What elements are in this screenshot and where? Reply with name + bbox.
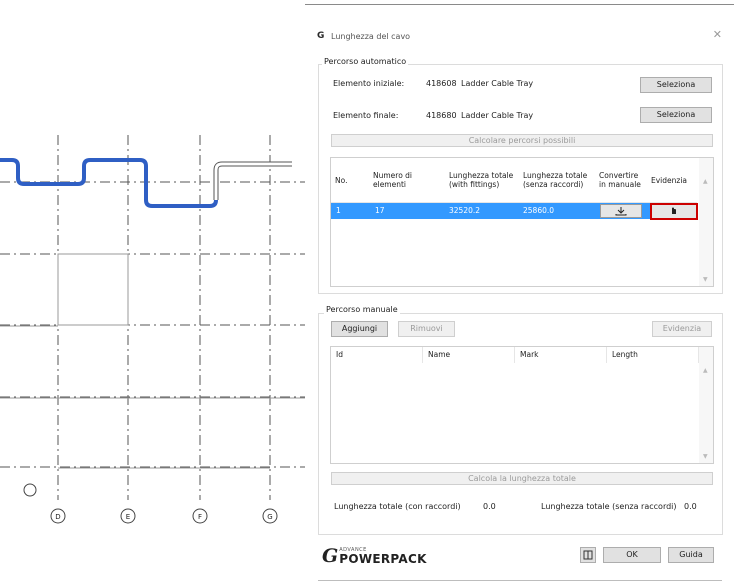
col-header-id: Id [331,347,423,363]
logo-powerpack: POWERPACK [339,552,427,566]
scroll-down-icon[interactable]: ▼ [703,453,708,460]
row-count: 17 [375,206,385,215]
start-element-type: Ladder Cable Tray [461,79,534,88]
total-with-fittings-label: Lunghezza totale (con raccordi) [334,502,461,511]
grid-label-g: G [267,513,272,521]
row-no: 1 [336,206,341,215]
pointer-hand-icon [672,207,676,214]
grid-bubble-blank [23,483,37,497]
end-element-id: 418680 [426,111,457,120]
powerpack-logo: G ADVANCE POWERPACK [322,545,427,567]
cable-tray-path [0,158,218,208]
remove-button[interactable]: Rimuovi [398,321,455,337]
scroll-down-icon[interactable]: ▼ [703,276,708,283]
plan-view[interactable]: D E F G [0,0,305,584]
book-icon [583,550,593,560]
table-row[interactable] [331,203,697,219]
beam-box [57,253,129,326]
help-book-button[interactable] [580,547,596,563]
start-element-id: 418608 [426,79,457,88]
manual-path-label: Percorso manuale [324,305,400,314]
highlight-path-button[interactable] [650,203,698,220]
calc-paths-button[interactable]: Calcolare percorsi possibili [331,134,713,147]
total-with-fittings-value: 0.0 [483,502,496,511]
close-icon[interactable]: ✕ [713,28,722,41]
row-total-without: 25860.0 [523,206,555,215]
scroll-up-icon[interactable]: ▲ [703,367,708,374]
convert-to-manual-button[interactable] [600,204,642,218]
logo-g: G [322,545,339,567]
manual-highlight-button[interactable]: Evidenzia [652,321,712,337]
grid-label-f: F [198,513,202,521]
manual-elements-table[interactable]: Id Name Mark Length ▲ ▼ [330,346,714,464]
end-element-label: Elemento finale: [333,111,399,120]
col-header-highlight: Evidenzia [651,175,688,185]
select-end-button[interactable]: Seleziona [640,107,712,123]
col-header-convert: Convertire in manuale [599,171,641,189]
col-header-total-without: Lunghezza totale (senza raccordi) [523,171,588,189]
auto-path-label: Percorso automatico [322,57,409,66]
ok-button[interactable]: OK [603,547,661,563]
end-element-type: Ladder Cable Tray [461,111,534,120]
bottom-border [318,580,722,581]
grid-label-d: D [55,513,60,521]
download-icon [615,207,627,216]
drawing-canvas[interactable]: D E F G [0,0,305,584]
col-header-length: Length [607,347,699,363]
total-without-fittings-label: Lunghezza totale (senza raccordi) [541,502,677,511]
dialog-title-bar: G Lunghezza del cavo [317,28,410,44]
col-header-count: Numero di elementi [373,171,413,189]
paths-table-scrollbar[interactable]: ▲ ▼ [699,158,713,286]
paths-table[interactable]: No. Numero di elementi Lunghezza totale … [330,157,714,287]
start-element-label: Elemento iniziale: [333,79,405,88]
total-without-fittings-value: 0.0 [684,502,697,511]
select-start-button[interactable]: Seleziona [640,77,712,93]
guide-button[interactable]: Guida [668,547,714,563]
col-header-mark: Mark [515,347,607,363]
col-header-name: Name [423,347,515,363]
row-total-with: 32520.2 [449,206,481,215]
add-button[interactable]: Aggiungi [331,321,388,337]
grid-label-e: E [126,513,130,521]
col-header-no: No. [335,175,348,185]
calc-total-length-button[interactable]: Calcola la lunghezza totale [331,472,713,485]
advance-g-icon: G [317,30,325,41]
dialog-title: Lunghezza del cavo [331,31,411,41]
col-header-total-with: Lunghezza totale (with fittings) [449,171,514,189]
scroll-up-icon[interactable]: ▲ [703,178,708,185]
manual-table-scrollbar[interactable]: ▲ ▼ [699,347,713,463]
